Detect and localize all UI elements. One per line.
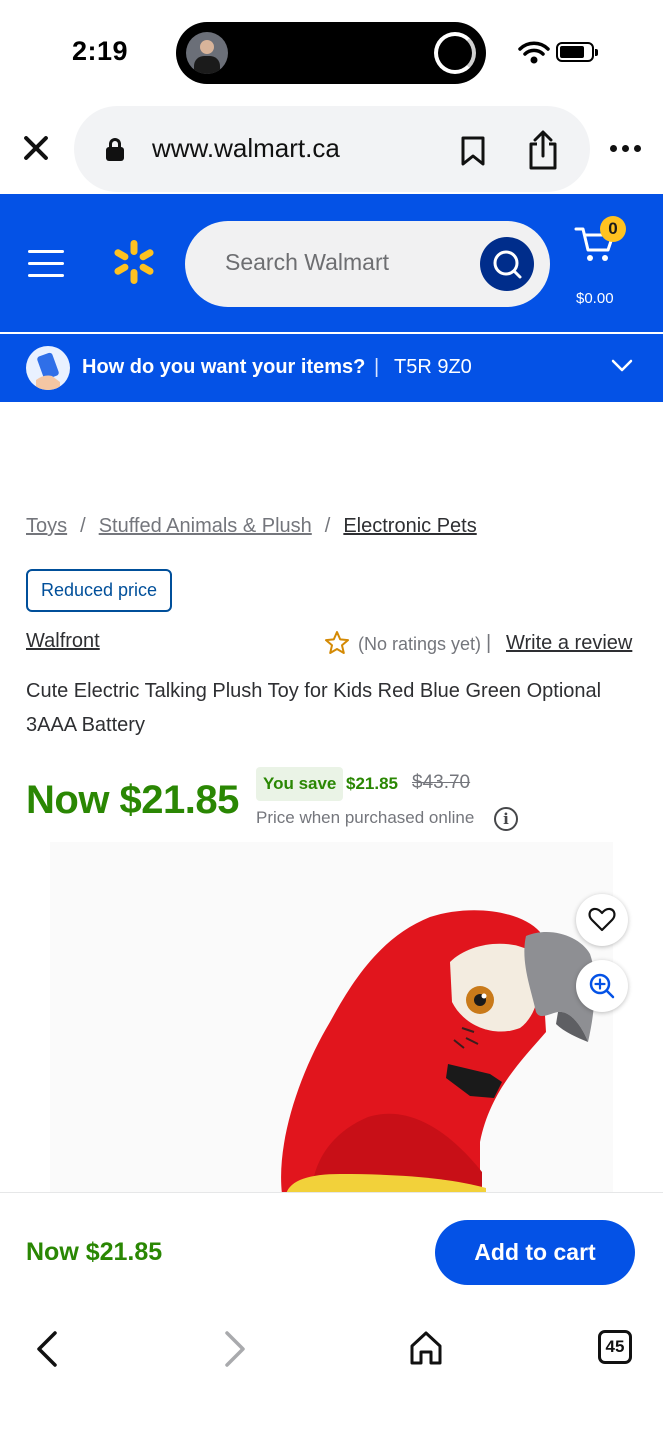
postal-code: T5R 9Z0 [394,356,472,378]
more-options-icon[interactable] [610,145,642,153]
price-note: Price when purchased online [256,808,475,827]
address-bar[interactable]: www.walmart.ca [74,106,590,192]
share-icon[interactable] [526,130,560,170]
live-activity-avatar [186,32,228,74]
was-price: $43.70 [412,772,471,793]
fulfillment-selector[interactable]: How do you want your items? | T5R 9Z0 [0,334,663,402]
delivery-question: How do you want your items? [82,356,366,378]
bookmark-icon[interactable] [460,136,486,166]
browser-toolbar: 45 [0,1304,663,1440]
breadcrumb-electronic-pets[interactable]: Electronic Pets [343,515,476,537]
search-placeholder: Search Walmart [225,249,390,275]
url-text[interactable]: www.walmart.ca [152,133,340,164]
info-icon[interactable]: i [494,807,518,831]
rating-text: (No ratings yet) [358,634,482,654]
save-amount: $21.85 [346,774,398,793]
delivery-icon [26,346,70,390]
product-title: Cute Electric Talking Plush Toy for Kids… [26,680,602,736]
reduced-price-badge: Reduced price [26,569,172,612]
breadcrumb-stuffed-animals[interactable]: Stuffed Animals & Plush [99,515,312,537]
close-icon[interactable] [20,132,52,164]
current-price: Now $21.85 [26,778,239,822]
menu-icon[interactable] [28,250,64,278]
search-button[interactable] [480,237,534,291]
status-time: 2:19 [72,36,129,66]
add-to-cart-button[interactable]: Add to cart [435,1220,635,1285]
heart-icon [588,907,616,932]
cart-button[interactable]: 0 $0.00 [572,216,642,307]
zoom-button[interactable] [576,960,628,1012]
lock-icon [106,138,124,161]
rating-separator: | [486,632,492,654]
site-header: Search Walmart 0 $0.00 [0,194,663,332]
chevron-down-icon[interactable] [610,358,634,374]
status-bar: 2:19 [0,0,663,100]
delivery-separator: | [374,356,380,378]
you-save-badge: You save [256,767,344,801]
write-review-link[interactable]: Write a review [506,632,632,655]
wifi-icon [518,41,550,64]
sticky-price: Now $21.85 [26,1238,163,1266]
cart-count-badge: 0 [600,216,626,242]
walmart-spark-logo[interactable] [110,238,158,286]
zoom-in-icon [589,973,615,999]
home-icon[interactable] [408,1330,444,1366]
brand-link[interactable]: Walfront [26,630,100,653]
dynamic-island [176,22,486,84]
search-input[interactable]: Search Walmart [185,221,550,307]
parrot-plush-image [281,910,595,1194]
breadcrumb-separator: / [324,515,331,537]
forward-icon[interactable] [222,1330,248,1368]
back-icon[interactable] [34,1330,60,1368]
activity-ring-icon [434,32,476,74]
sticky-add-to-cart-bar: Now $21.85 Add to cart [0,1192,663,1304]
cart-total: $0.00 [576,290,614,307]
search-icon [493,250,522,279]
product-image[interactable] [50,842,613,1194]
star-icon [325,631,349,654]
tabs-button[interactable]: 45 [598,1330,632,1364]
battery-icon [556,42,598,62]
favorite-button[interactable] [576,894,628,946]
breadcrumb-separator: / [80,515,86,537]
breadcrumb: Toys / Stuffed Animals & Plush / Electronic … [26,515,477,538]
breadcrumb-toys[interactable]: Toys [26,515,67,537]
